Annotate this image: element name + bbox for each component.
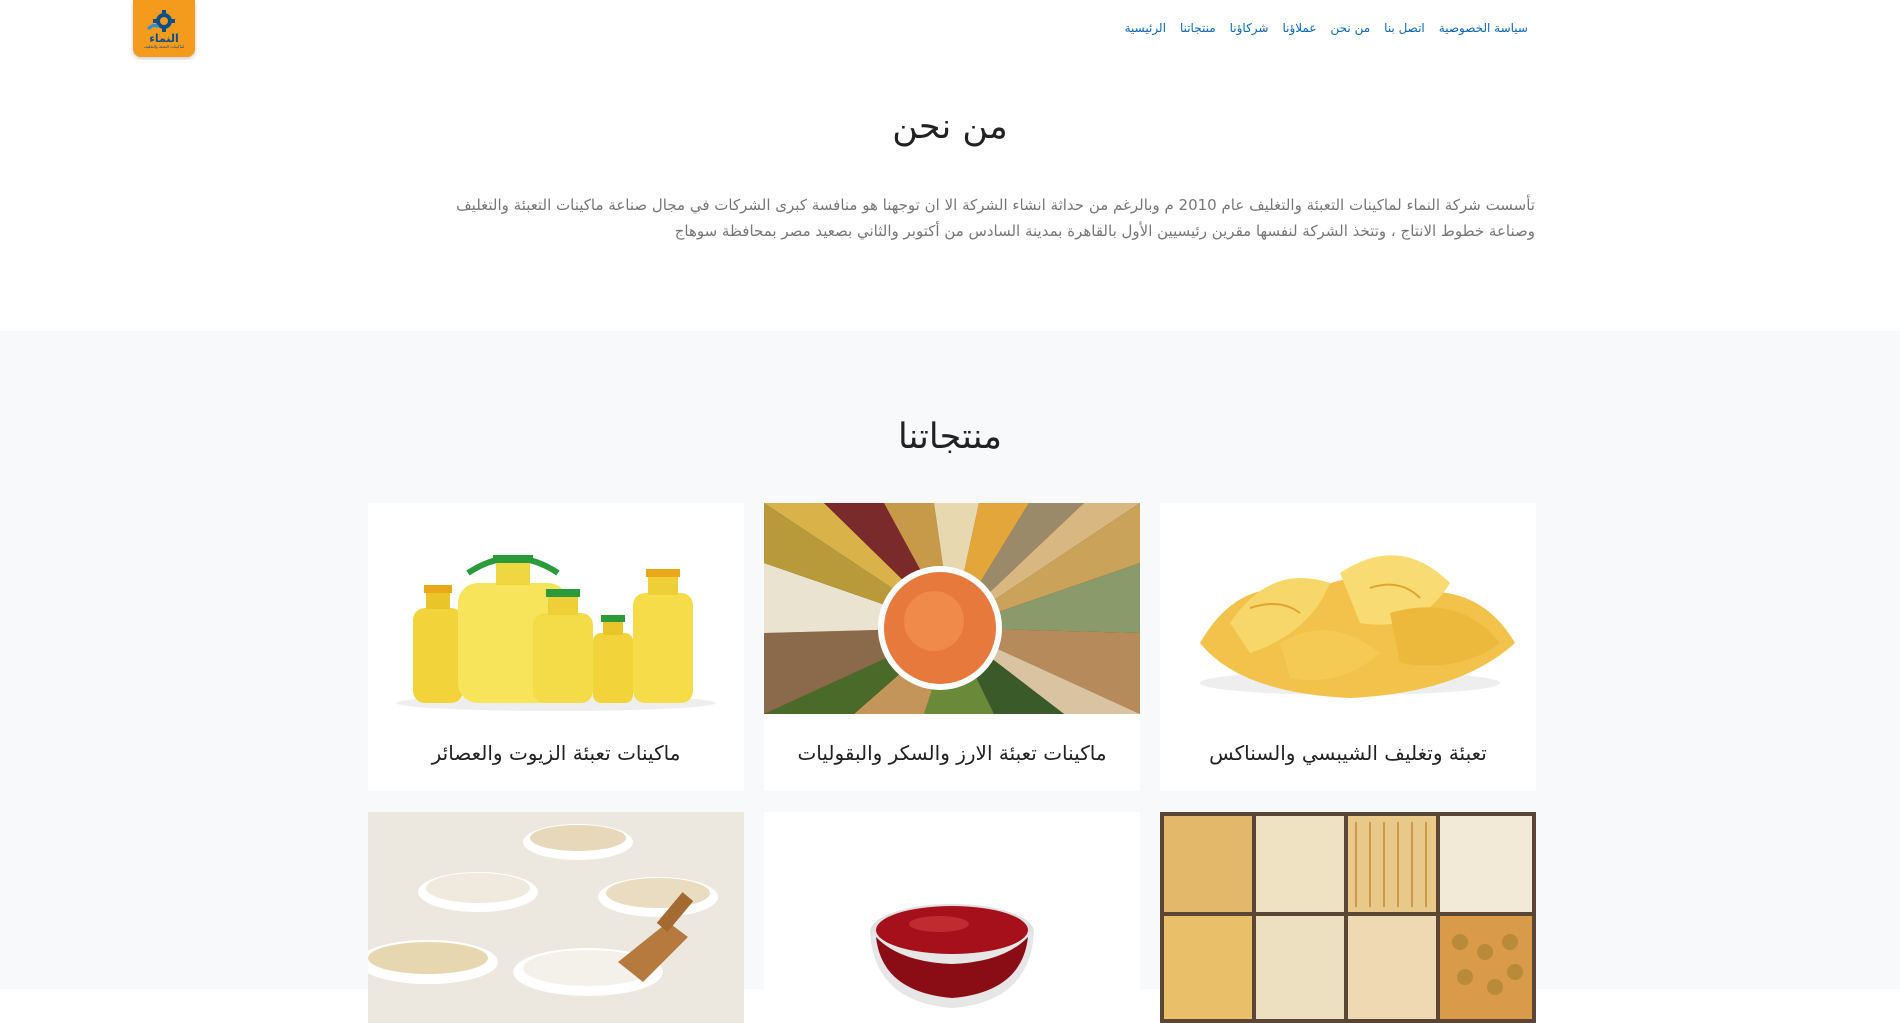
about-title: من نحن	[892, 107, 1008, 147]
about-section: من نحن تأسست شركة النماء لماكينات التعبئ…	[0, 60, 1900, 331]
nav-link-contact[interactable]: اتصل بنا	[1384, 21, 1425, 35]
nav-link-products[interactable]: منتجاتنا	[1180, 21, 1216, 35]
grains-legumes-image	[764, 503, 1140, 714]
pasta-image	[1160, 812, 1536, 1023]
product-card-label: ماكينات تعبئة الارز والسكر والبقوليات	[797, 740, 1107, 765]
nav-menu: الرئيسية منتجاتنا شركاؤنا عملاؤنا من نحن…	[1125, 17, 1528, 36]
product-card-sauce[interactable]	[764, 812, 1140, 1023]
nav-link-home[interactable]: الرئيسية	[1125, 21, 1166, 35]
product-card-grains[interactable]: ماكينات تعبئة الارز والسكر والبقوليات	[764, 503, 1140, 791]
product-card-label: ماكينات تعبئة الزيوت والعصائر	[431, 740, 681, 765]
product-card-chips[interactable]: تعبئة وتغليف الشيبسي والسناكس	[1160, 503, 1536, 791]
potato-chips-image	[1160, 503, 1536, 714]
product-card-pasta[interactable]	[1160, 812, 1536, 1023]
nav-link-privacy[interactable]: سياسة الخصوصية	[1439, 21, 1528, 35]
products-section: منتجاتنا تعبئة وتغليف الشيبسي والسناكس م…	[0, 331, 1900, 1023]
nav-link-about[interactable]: من نحن	[1331, 21, 1371, 35]
logo-subtext: لماكينات التعبئة والتغليف	[143, 43, 185, 49]
products-title: منتجاتنا	[897, 417, 1003, 457]
logo-text: النماء	[149, 31, 179, 45]
product-card-oil[interactable]: ماكينات تعبئة الزيوت والعصائر	[368, 503, 744, 791]
logo-gear-icon	[146, 9, 175, 32]
oil-bottles-image	[368, 503, 744, 714]
ketchup-bowl-image	[764, 812, 1140, 1023]
brand-logo[interactable]: النماء لماكينات التعبئة والتغليف	[133, 0, 195, 57]
flour-bowls-image	[368, 812, 744, 1023]
product-card-flour[interactable]	[368, 812, 744, 1023]
about-text: تأسست شركة النماء لماكينات التعبئة والتغ…	[456, 196, 1535, 240]
top-navbar: النماء لماكينات التعبئة والتغليف الرئيسي…	[0, 0, 1900, 60]
nav-link-clients[interactable]: عملاؤنا	[1282, 21, 1316, 35]
nav-link-partners[interactable]: شركاؤنا	[1230, 21, 1269, 35]
product-card-label: تعبئة وتغليف الشيبسي والسناكس	[1209, 740, 1487, 765]
